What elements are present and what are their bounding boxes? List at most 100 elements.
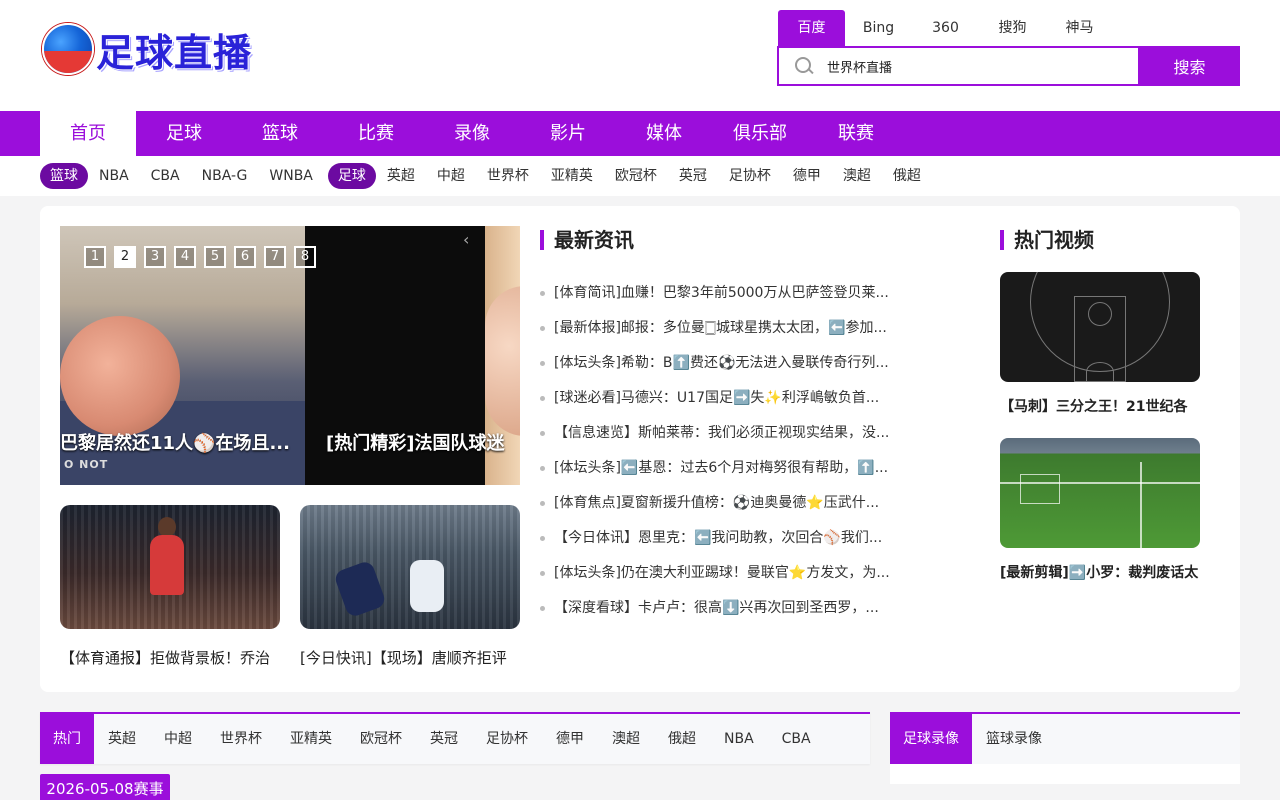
slide-caption[interactable]: 巴黎居然还11人⚾在场且... bbox=[60, 429, 290, 455]
search-engine-tab-shenma[interactable]: 神马 bbox=[1046, 10, 1113, 46]
thumbnail-image-detail bbox=[410, 560, 444, 612]
news-item[interactable]: 【今日体讯】恩里克：⬅️我问助教，次回合⚾我们... bbox=[540, 521, 920, 556]
replay-tab-football[interactable]: 足球录像 bbox=[890, 714, 972, 764]
sub-nav-item[interactable]: WNBA bbox=[258, 163, 324, 189]
news-thumbnail[interactable] bbox=[60, 505, 280, 629]
slider-dot[interactable]: 3 bbox=[144, 246, 166, 268]
sub-nav-item[interactable]: 英超 bbox=[376, 163, 426, 189]
pitch-line bbox=[1000, 482, 1200, 484]
sub-nav-item[interactable]: 世界杯 bbox=[476, 163, 540, 189]
schedule-panel: 热门 英超 中超 世界杯 亚精英 欧冠杯 英冠 足协杯 德甲 澳超 俄超 NBA… bbox=[40, 712, 870, 764]
court-line bbox=[1086, 362, 1114, 382]
thumbnail-caption[interactable]: 【体育通报】拒做背景板！乔治 bbox=[60, 647, 270, 668]
schedule-tab[interactable]: 亚精英 bbox=[276, 714, 346, 764]
slide-watermark: O NOT bbox=[64, 458, 109, 471]
schedule-tab[interactable]: 热门 bbox=[40, 714, 94, 764]
slide-image-detail bbox=[60, 316, 180, 436]
nav-item-clubs[interactable]: 俱乐部 bbox=[712, 111, 808, 156]
search-engine-tabs: 百度 Bing 360 搜狗 神马 bbox=[778, 10, 1113, 46]
header: 足球直播 百度 Bing 360 搜狗 神马 搜索 bbox=[0, 0, 1280, 111]
sub-nav-item[interactable]: CBA bbox=[140, 163, 191, 189]
sub-nav-item[interactable]: 亚精英 bbox=[540, 163, 604, 189]
news-item[interactable]: [球迷必看]马德兴：U17国足➡️失✨利浮嶋敏负首... bbox=[540, 381, 920, 416]
thumbnail-caption[interactable]: [今日快讯]【现场】唐顺齐拒评 bbox=[300, 647, 507, 668]
search-box bbox=[777, 46, 1140, 86]
search-icon bbox=[795, 57, 813, 75]
slider-dot[interactable]: 5 bbox=[204, 246, 226, 268]
schedule-tab[interactable]: 英超 bbox=[94, 714, 150, 764]
slider-prev-arrow-icon[interactable]: ‹ bbox=[463, 230, 469, 249]
sub-nav-item[interactable]: NBA bbox=[88, 163, 140, 189]
nav-item-media[interactable]: 媒体 bbox=[616, 111, 712, 156]
pitch-line bbox=[1140, 462, 1142, 548]
news-item[interactable]: [体育简讯]血赚！巴黎3年前5000万从巴萨签登贝莱... bbox=[540, 276, 920, 311]
slider-dot[interactable]: 2 bbox=[114, 246, 136, 268]
sub-nav-item[interactable]: 英冠 bbox=[668, 163, 718, 189]
nav-item-basketball[interactable]: 篮球 bbox=[232, 111, 328, 156]
search-engine-tab-baidu[interactable]: 百度 bbox=[778, 10, 845, 46]
sub-nav-item[interactable]: 澳超 bbox=[832, 163, 882, 189]
latest-news-list: [体育简讯]血赚！巴黎3年前5000万从巴萨签登贝莱... [最新体报]邮报：多… bbox=[540, 276, 920, 626]
search-button[interactable]: 搜索 bbox=[1139, 46, 1240, 86]
video-caption[interactable]: 【马刺】三分之王！21世纪各 bbox=[1000, 396, 1200, 416]
nav-item-leagues[interactable]: 联赛 bbox=[808, 111, 904, 156]
sub-nav-item[interactable]: 德甲 bbox=[782, 163, 832, 189]
hero-slider[interactable]: ‹ 1 2 3 4 5 6 7 8 巴黎居然还11人⚾在场且... [热门精彩]… bbox=[60, 226, 520, 485]
news-item[interactable]: 【信息速览】斯帕莱蒂：我们必须正视现实结果，没... bbox=[540, 416, 920, 451]
sub-nav-item[interactable]: 欧冠杯 bbox=[604, 163, 668, 189]
sub-nav-football-pill[interactable]: 足球 bbox=[327, 163, 376, 189]
news-item[interactable]: 【深度看球】卡卢卢：很高⬇️兴再次回到圣西罗，... bbox=[540, 591, 920, 626]
logo-text: 足球直播 bbox=[96, 29, 253, 75]
slider-dot[interactable]: 1 bbox=[84, 246, 106, 268]
nav-item-films[interactable]: 影片 bbox=[520, 111, 616, 156]
schedule-date-badge: 2026-05-08赛事 bbox=[40, 774, 170, 800]
search-engine-tab-bing[interactable]: Bing bbox=[845, 10, 912, 46]
sub-nav-item[interactable]: 足协杯 bbox=[718, 163, 782, 189]
news-item[interactable]: [最新体报]邮报：多位曼🀆城球星携太太团，⬅️参加... bbox=[540, 311, 920, 346]
news-item[interactable]: [体坛头条]⬅️基恩：过去6个月对梅努很有帮助，⬆️... bbox=[540, 451, 920, 486]
nav-item-football[interactable]: 足球 bbox=[136, 111, 232, 156]
video-thumbnail[interactable] bbox=[1000, 272, 1200, 382]
slider-dots: 1 2 3 4 5 6 7 8 bbox=[84, 246, 324, 268]
nav-item-replays[interactable]: 录像 bbox=[424, 111, 520, 156]
sub-nav-basketball-pill[interactable]: 篮球 bbox=[40, 163, 88, 189]
news-item[interactable]: [体坛头条]希勒：B⬆️费还⚽无法进入曼联传奇行列... bbox=[540, 346, 920, 381]
sub-nav-item[interactable]: NBA-G bbox=[191, 163, 259, 189]
search-engine-tab-360[interactable]: 360 bbox=[912, 10, 979, 46]
site-logo[interactable]: 足球直播 bbox=[42, 22, 272, 76]
schedule-tab[interactable]: NBA bbox=[710, 714, 768, 764]
news-item[interactable]: [体育焦点]夏窗新援升值榜：⚽迪奥曼德⭐压武什... bbox=[540, 486, 920, 521]
basketball-logo-icon bbox=[42, 23, 94, 75]
hot-videos-title: 热门视频 bbox=[1000, 228, 1094, 252]
schedule-tab[interactable]: 中超 bbox=[150, 714, 206, 764]
thumbnail-image-detail bbox=[158, 517, 176, 537]
schedule-tab[interactable]: 英冠 bbox=[416, 714, 472, 764]
schedule-tab[interactable]: 欧冠杯 bbox=[346, 714, 416, 764]
search-engine-tab-sogou[interactable]: 搜狗 bbox=[979, 10, 1046, 46]
search-input[interactable] bbox=[827, 58, 1127, 74]
slider-dot[interactable]: 7 bbox=[264, 246, 286, 268]
replay-tabs: 足球录像 篮球录像 bbox=[890, 712, 1240, 764]
sub-nav-item[interactable]: 俄超 bbox=[882, 163, 932, 189]
slider-dot[interactable]: 4 bbox=[174, 246, 196, 268]
news-item[interactable]: [体坛头条]仍在澳大利亚踢球！曼联官⭐方发文，为... bbox=[540, 556, 920, 591]
main-nav: 首页 足球 篮球 比赛 录像 影片 媒体 俱乐部 联赛 bbox=[0, 111, 1280, 156]
sub-nav-item[interactable]: 中超 bbox=[426, 163, 476, 189]
slider-dot[interactable]: 8 bbox=[294, 246, 316, 268]
schedule-tab[interactable]: CBA bbox=[768, 714, 825, 764]
slide-caption[interactable]: [热门精彩]法国队球迷 bbox=[326, 429, 504, 455]
slider-dot[interactable]: 6 bbox=[234, 246, 256, 268]
schedule-tab[interactable]: 德甲 bbox=[542, 714, 598, 764]
pitch-line bbox=[1020, 474, 1060, 504]
schedule-tab[interactable]: 澳超 bbox=[598, 714, 654, 764]
latest-news-title: 最新资讯 bbox=[540, 228, 634, 252]
schedule-tab[interactable]: 足协杯 bbox=[472, 714, 542, 764]
schedule-tab[interactable]: 俄超 bbox=[654, 714, 710, 764]
replay-tab-basketball[interactable]: 篮球录像 bbox=[972, 714, 1056, 764]
schedule-tab[interactable]: 世界杯 bbox=[206, 714, 276, 764]
nav-item-matches[interactable]: 比赛 bbox=[328, 111, 424, 156]
video-thumbnail[interactable] bbox=[1000, 438, 1200, 548]
video-caption[interactable]: [最新剪辑]➡️小罗：裁判废话太 bbox=[1000, 562, 1200, 582]
news-thumbnail[interactable] bbox=[300, 505, 520, 629]
nav-item-home[interactable]: 首页 bbox=[40, 111, 136, 156]
